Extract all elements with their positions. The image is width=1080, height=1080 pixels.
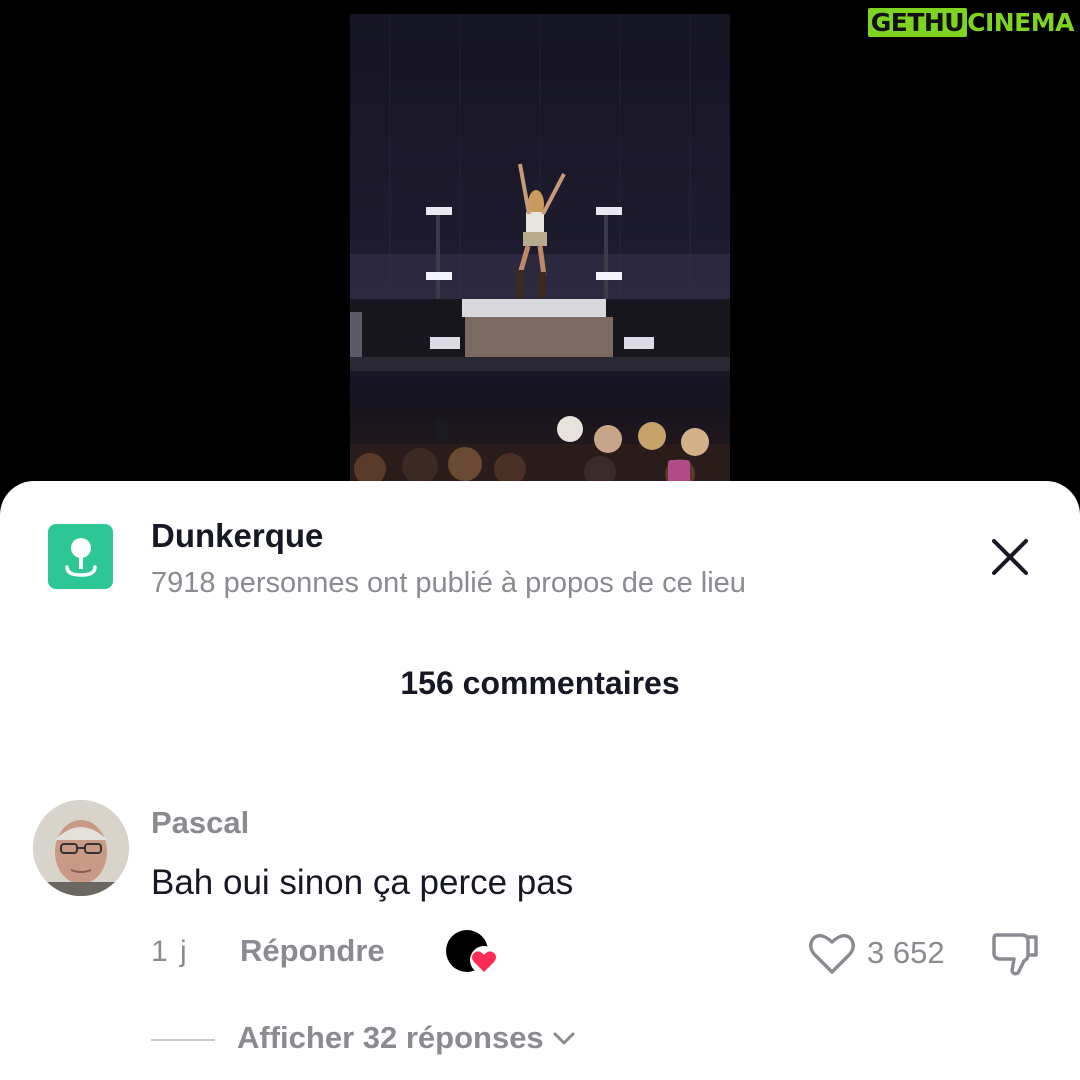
watermark-part2: CINEMA xyxy=(967,8,1074,37)
location-pin-icon[interactable] xyxy=(48,524,113,589)
comment-time: 1 j xyxy=(151,935,189,968)
concert-stage-image xyxy=(350,14,730,494)
location-subtitle: 7918 personnes ont publié à propos de ce… xyxy=(151,567,746,599)
watermark-logo: GETHU CINEMA xyxy=(867,8,1074,37)
replies-divider xyxy=(151,1039,215,1041)
comment-count: 156 commentaires xyxy=(400,665,680,701)
creator-liked-icon xyxy=(446,930,500,976)
view-replies-button[interactable]: Afficher 32 réponses xyxy=(237,1020,576,1056)
like-count: 3 652 xyxy=(867,935,945,970)
reply-button[interactable]: Répondre xyxy=(240,933,385,969)
comment-text: Bah oui sinon ça perce pas xyxy=(151,863,574,902)
comment-author[interactable]: Pascal xyxy=(151,805,249,841)
close-icon[interactable] xyxy=(986,533,1034,581)
heart-outline-icon[interactable] xyxy=(808,930,856,976)
thumbs-down-icon[interactable] xyxy=(990,929,1040,977)
chevron-down-icon xyxy=(553,1032,575,1045)
watermark-part1: GETHU xyxy=(867,8,968,37)
location-name[interactable]: Dunkerque xyxy=(151,517,323,555)
avatar[interactable] xyxy=(33,800,129,896)
view-replies-label: Afficher 32 réponses xyxy=(237,1020,544,1055)
comments-sheet: Dunkerque 7918 personnes ont publié à pr… xyxy=(0,481,1080,1080)
video-player[interactable] xyxy=(350,14,730,494)
